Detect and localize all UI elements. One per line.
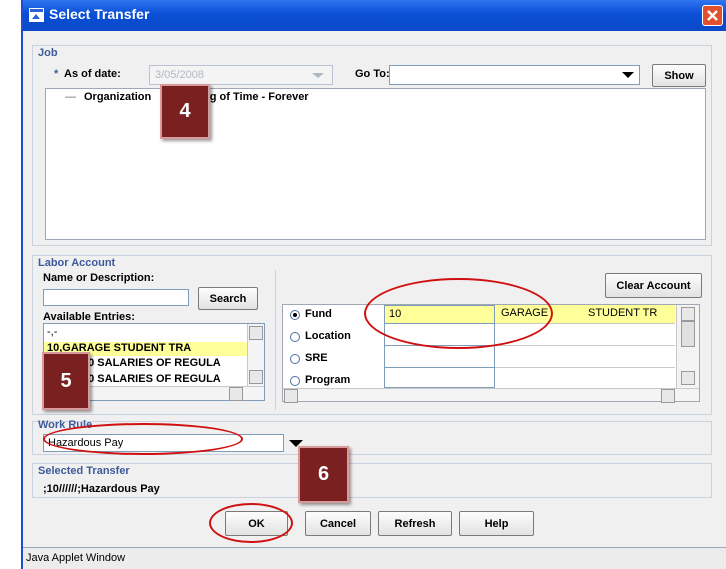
- search-button[interactable]: Search: [198, 287, 258, 310]
- selected-transfer-value: ;10//////;Hazardous Pay: [43, 483, 160, 495]
- location-label: Location: [305, 330, 351, 342]
- cancel-button[interactable]: Cancel: [305, 511, 371, 536]
- labor-account-section-title: Labor Account: [38, 257, 116, 269]
- scroll-right-icon[interactable]: [661, 389, 675, 403]
- selected-transfer-section-title: Selected Transfer: [38, 465, 130, 477]
- sre-label: SRE: [305, 352, 328, 364]
- tree-item-time-range[interactable]: ing of Time - Forever: [200, 91, 309, 103]
- show-button[interactable]: Show: [652, 64, 706, 87]
- program-label: Program: [305, 374, 351, 386]
- panel-divider: [275, 270, 276, 410]
- clear-account-button[interactable]: Clear Account: [605, 273, 702, 298]
- go-to-label: Go To:: [355, 68, 390, 80]
- row-separator: [495, 367, 675, 368]
- help-button[interactable]: Help: [459, 511, 534, 536]
- refresh-button[interactable]: Refresh: [378, 511, 452, 536]
- scroll-left-icon[interactable]: [284, 389, 298, 403]
- fund-radio[interactable]: [290, 310, 300, 320]
- available-entries-label: Available Entries:: [43, 311, 135, 323]
- tree-connector: —: [65, 91, 76, 103]
- sre-value-cell[interactable]: [384, 346, 495, 368]
- job-panel: Job * As of date: 3/05/2008 Go To: Show …: [32, 45, 712, 246]
- organization-tree[interactable]: — Organization ing of Time - Forever: [45, 88, 706, 240]
- vertical-scrollbar[interactable]: [247, 324, 264, 386]
- step-marker-6: 6: [298, 446, 349, 503]
- ok-annotation-oval: [209, 503, 293, 543]
- window-title: Select Transfer: [49, 6, 150, 22]
- program-value-cell[interactable]: [384, 368, 495, 388]
- row-separator: [495, 345, 675, 346]
- scroll-right-icon[interactable]: [229, 387, 243, 401]
- chevron-down-icon[interactable]: [622, 72, 634, 78]
- close-icon: [707, 10, 718, 21]
- tree-item-organization[interactable]: Organization: [84, 91, 151, 103]
- scroll-up-icon[interactable]: [681, 307, 695, 321]
- applet-icon: [29, 8, 44, 22]
- status-text: Java Applet Window: [26, 552, 126, 564]
- scroll-thumb[interactable]: [681, 321, 695, 347]
- fund-annotation-oval: [364, 278, 553, 349]
- sre-radio[interactable]: [290, 354, 300, 364]
- as-of-date-field[interactable]: 3/05/2008: [149, 65, 333, 85]
- job-section-title: Job: [38, 47, 58, 59]
- close-button[interactable]: [702, 5, 723, 26]
- chevron-down-icon[interactable]: [312, 73, 324, 78]
- selected-transfer-panel: Selected Transfer ;10//////;Hazardous Pa…: [32, 463, 712, 498]
- program-radio[interactable]: [290, 376, 300, 386]
- go-to-field[interactable]: [389, 65, 640, 85]
- grid-horizontal-scrollbar[interactable]: [283, 388, 699, 403]
- work-rule-annotation-oval: [43, 423, 243, 455]
- scroll-up-icon[interactable]: [249, 326, 263, 340]
- location-radio[interactable]: [290, 332, 300, 342]
- fund-label: Fund: [305, 308, 332, 320]
- title-bar: Select Transfer: [23, 0, 726, 31]
- status-bar: Java Applet Window: [23, 547, 726, 569]
- scroll-down-icon[interactable]: [249, 370, 263, 384]
- list-item[interactable]: 50 SALARIES OF REGULA: [82, 357, 221, 369]
- required-marker: *: [54, 68, 59, 80]
- step-marker-5: 5: [42, 352, 90, 410]
- grid-vertical-scrollbar[interactable]: [676, 305, 699, 388]
- list-item[interactable]: -,-: [47, 326, 57, 338]
- list-item[interactable]: 50 SALARIES OF REGULA: [82, 373, 221, 385]
- step-marker-4: 4: [160, 84, 210, 139]
- name-description-label: Name or Description:: [43, 272, 155, 284]
- as-of-date-label: As of date:: [64, 68, 121, 80]
- scroll-down-icon[interactable]: [681, 371, 695, 385]
- labor-account-panel: Labor Account Name or Description: Searc…: [32, 255, 712, 415]
- name-description-input[interactable]: [43, 289, 189, 306]
- dialog-window: Select Transfer Job * As of date: 3/05/2…: [21, 0, 726, 569]
